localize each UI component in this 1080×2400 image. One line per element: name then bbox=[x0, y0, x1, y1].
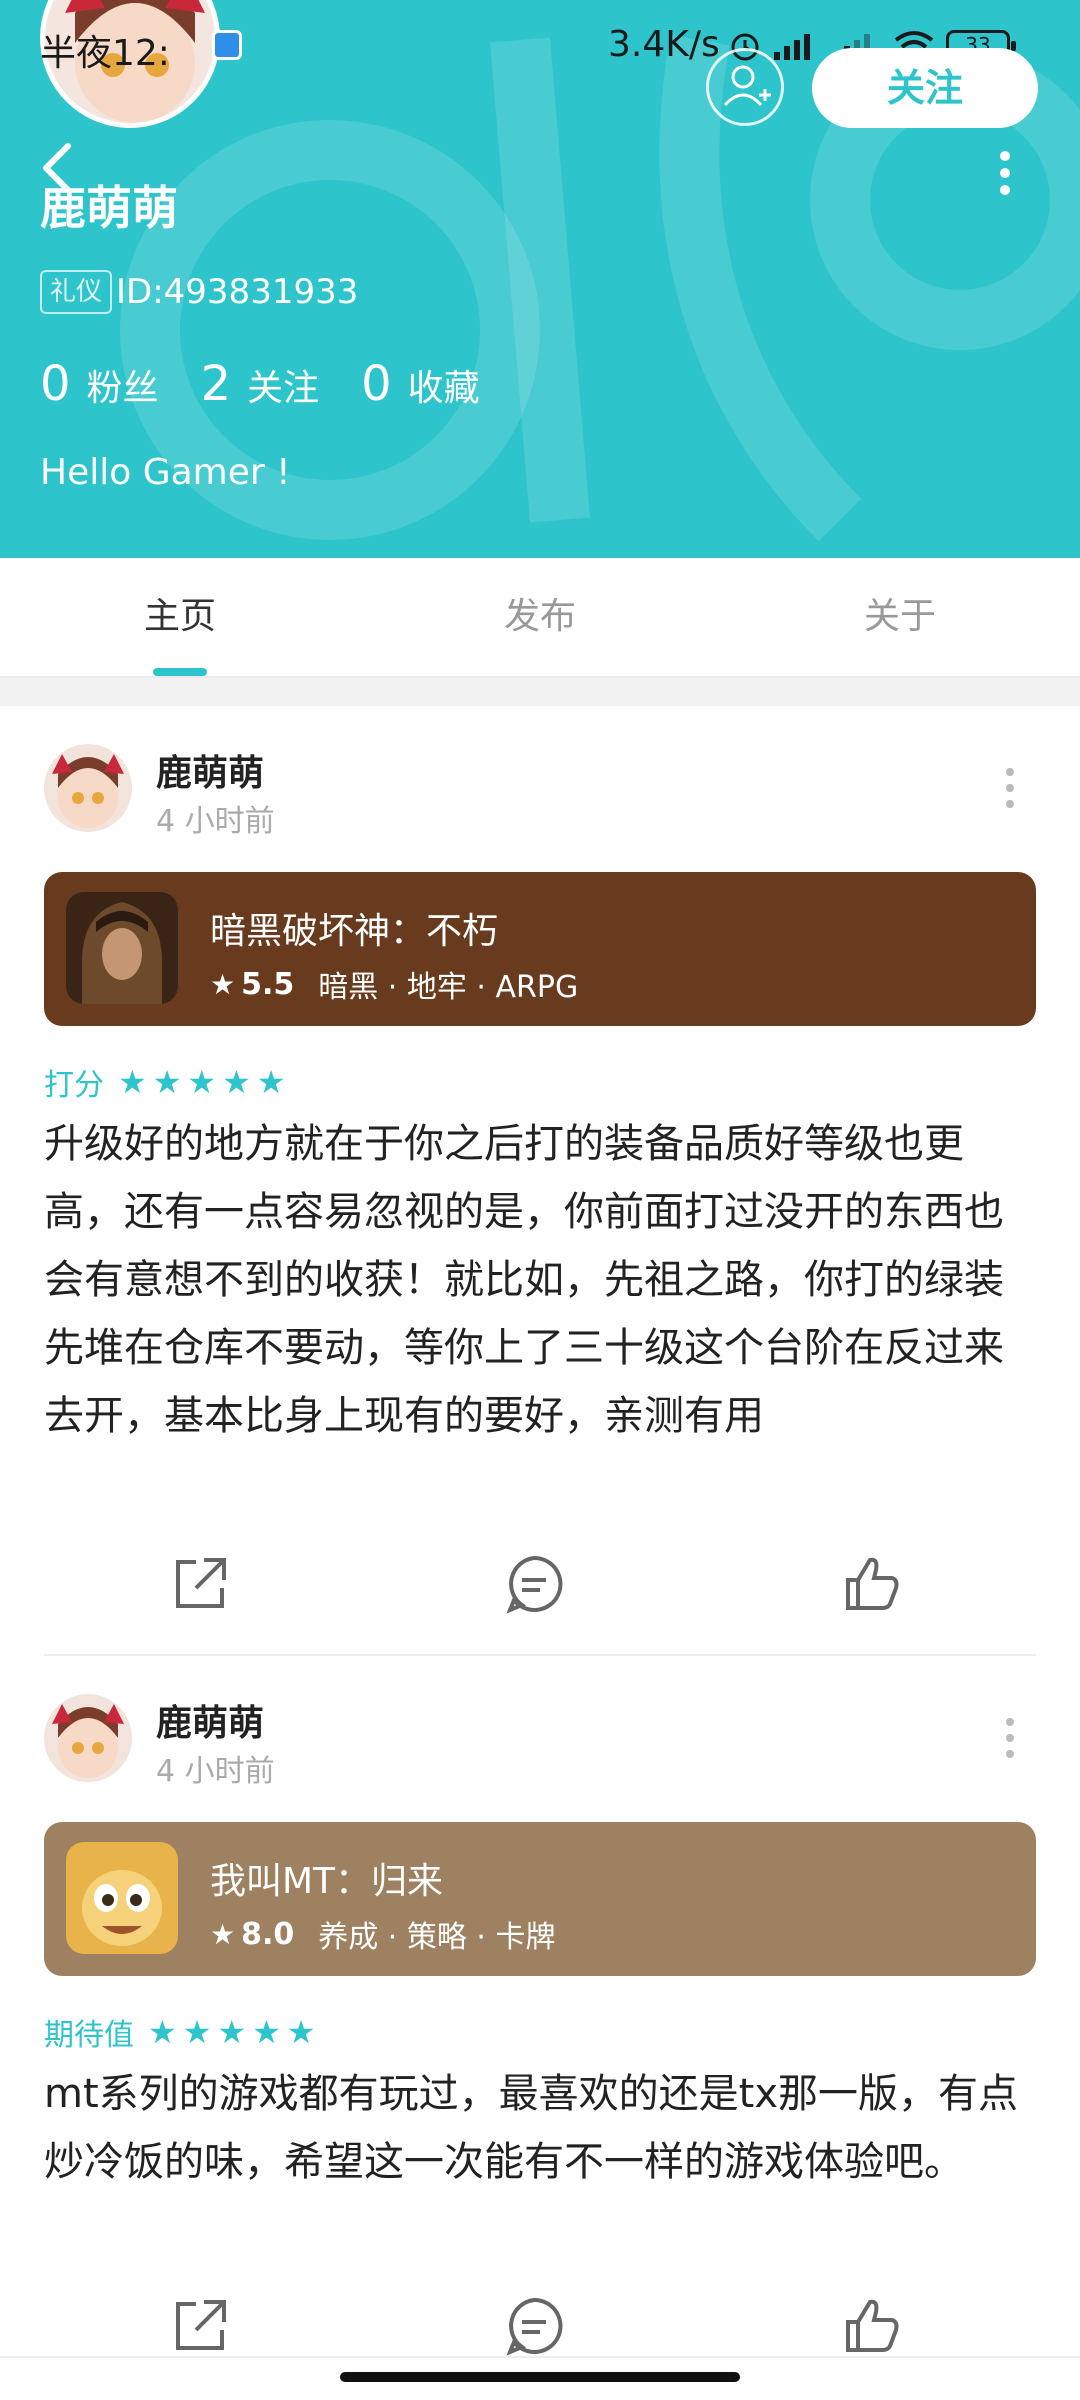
user-id: ID:493831933 bbox=[116, 272, 359, 312]
section-gap bbox=[0, 678, 1080, 706]
profile-header: 半夜12: 3.4K/s 33 关注 鹿萌萌 礼仪 ID:493831933 0… bbox=[0, 0, 1080, 558]
post-time: 4 小时前 bbox=[156, 1754, 275, 1789]
game-tags: 暗黑 · 地牢 · ARPG bbox=[318, 970, 579, 1005]
nav-bar-divider bbox=[0, 2356, 1080, 2358]
stat-label: 收藏 bbox=[407, 368, 480, 409]
status-time: 半夜12: bbox=[40, 33, 170, 74]
game-name: 暗黑破坏神：不朽 bbox=[210, 911, 499, 952]
share-icon[interactable] bbox=[168, 2294, 232, 2358]
star-icon: ★ bbox=[182, 2013, 212, 2051]
stat-label: 粉丝 bbox=[86, 368, 159, 409]
star-icon: ★ bbox=[148, 2013, 177, 2051]
tab-posts[interactable]: 发布 bbox=[360, 558, 720, 676]
post-actions bbox=[0, 1552, 1080, 1632]
comment-icon[interactable] bbox=[502, 1552, 566, 1616]
stat-number: 0 bbox=[40, 356, 71, 412]
stat-fans[interactable]: 0 粉丝 bbox=[40, 356, 159, 412]
star-icon: ★ bbox=[217, 2013, 247, 2051]
rating-row: 期待值 ★ ★ ★ ★ ★ bbox=[44, 2010, 321, 2054]
star-icon: ★ bbox=[118, 1063, 147, 1101]
stat-label: 关注 bbox=[247, 368, 320, 409]
follow-button[interactable]: 关注 bbox=[812, 48, 1038, 128]
star-icon: ★ bbox=[252, 2013, 281, 2051]
post-card: 鹿萌萌 4 小时前 我叫MT：归来 ★ 8.0 养成 · 策略 · 卡牌 期待值… bbox=[0, 1694, 1080, 2356]
like-icon[interactable] bbox=[840, 1552, 904, 1616]
post-body[interactable]: mt系列的游戏都有玩过，最喜欢的还是tx那一版，有点炒冷饭的味，希望这一次能有不… bbox=[44, 2060, 1024, 2196]
post-divider bbox=[44, 1654, 1036, 1656]
post-body[interactable]: 升级好的地方就在于你之后打的装备品质好等级也更高，还有一点容易忽视的是，你前面打… bbox=[44, 1110, 1024, 1450]
game-score: 8.0 bbox=[241, 1916, 295, 1952]
game-meta: ★ 5.5 暗黑 · 地牢 · ARPG bbox=[210, 962, 578, 1006]
post-time: 4 小时前 bbox=[156, 804, 275, 839]
rating-label: 打分 bbox=[44, 1068, 104, 1103]
stat-favorites[interactable]: 0 收藏 bbox=[361, 356, 480, 412]
game-card[interactable]: 我叫MT：归来 ★ 8.0 养成 · 策略 · 卡牌 bbox=[44, 1822, 1036, 1976]
game-tags: 养成 · 策略 · 卡牌 bbox=[318, 1920, 556, 1955]
more-vertical-icon[interactable] bbox=[1000, 1714, 1020, 1762]
star-icon: ★ bbox=[222, 1063, 251, 1101]
post-actions bbox=[0, 2294, 1080, 2374]
network-speed: 3.4K/s bbox=[608, 24, 720, 65]
profile-tabs: 主页 发布 关于 bbox=[0, 558, 1080, 678]
home-indicator[interactable] bbox=[340, 2372, 740, 2382]
game-score: 5.5 bbox=[241, 966, 295, 1002]
stat-number: 0 bbox=[361, 356, 392, 412]
more-vertical-icon[interactable] bbox=[1000, 764, 1020, 812]
star-icon: ★ bbox=[210, 1917, 236, 1951]
game-name: 我叫MT：归来 bbox=[210, 1861, 444, 1902]
profile-name: 鹿萌萌 bbox=[40, 181, 178, 235]
game-card[interactable]: 暗黑破坏神：不朽 ★ 5.5 暗黑 · 地牢 · ARPG bbox=[44, 872, 1036, 1026]
post-author-name[interactable]: 鹿萌萌 bbox=[156, 744, 264, 796]
rating-row: 打分 ★ ★ ★ ★ ★ bbox=[44, 1060, 291, 1104]
game-icon bbox=[66, 1842, 178, 1954]
star-icon: ★ bbox=[256, 1063, 286, 1101]
star-icon: ★ bbox=[187, 1063, 217, 1101]
post-author-name[interactable]: 鹿萌萌 bbox=[156, 1694, 264, 1746]
share-icon[interactable] bbox=[168, 1552, 232, 1616]
stat-following[interactable]: 2 关注 bbox=[201, 356, 320, 412]
profile-bio: Hello Gamer ! bbox=[40, 452, 291, 493]
game-meta: ★ 8.0 养成 · 策略 · 卡牌 bbox=[210, 1912, 555, 1956]
star-icon: ★ bbox=[286, 2013, 316, 2051]
post-author-avatar[interactable] bbox=[44, 744, 132, 832]
rating-label: 期待值 bbox=[44, 2018, 134, 2053]
post-author-avatar[interactable] bbox=[44, 1694, 132, 1782]
more-vertical-icon[interactable] bbox=[990, 148, 1020, 198]
star-icon: ★ bbox=[210, 967, 236, 1001]
title-badge: 礼仪 bbox=[40, 270, 113, 314]
tab-about[interactable]: 关于 bbox=[720, 558, 1080, 676]
game-icon bbox=[66, 892, 178, 1004]
star-icon: ★ bbox=[152, 1063, 182, 1101]
tab-home[interactable]: 主页 bbox=[0, 558, 360, 676]
add-user-icon bbox=[723, 65, 771, 107]
like-icon[interactable] bbox=[840, 2294, 904, 2358]
add-friend-button[interactable] bbox=[706, 48, 784, 126]
stat-number: 2 bbox=[200, 356, 232, 412]
post-card: 鹿萌萌 4 小时前 暗黑破坏神：不朽 ★ 5.5 暗黑 · 地牢 · ARPG … bbox=[0, 744, 1080, 1644]
profile-stats: 0 粉丝 2 关注 0 收藏 bbox=[40, 356, 522, 412]
comment-icon[interactable] bbox=[502, 2294, 566, 2358]
